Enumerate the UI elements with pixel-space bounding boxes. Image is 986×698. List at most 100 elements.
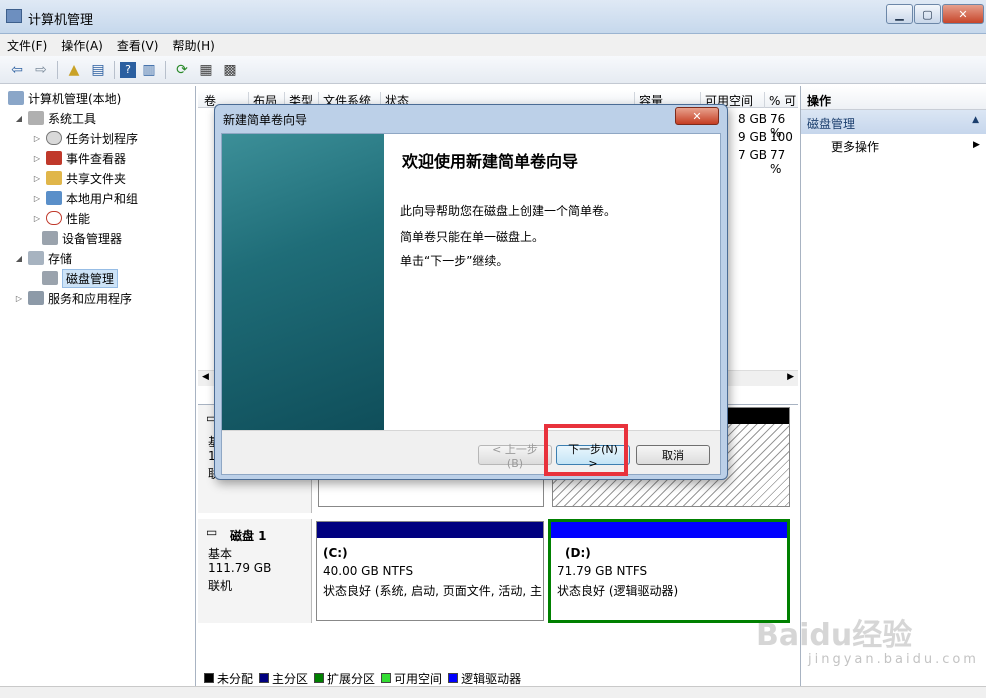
settings-icon[interactable]: ▩ <box>219 59 241 81</box>
toolbar: ⇦ ⇨ ▲ ▤ ? ▥ ⟳ ▦ ▩ <box>0 56 986 84</box>
tree-label: 存储 <box>48 251 73 266</box>
cancel-button[interactable]: 取消 <box>636 445 710 465</box>
legend-unallocated: 未分配 <box>204 670 253 687</box>
back-arrow-icon[interactable]: ⇦ <box>6 59 28 81</box>
wizard-footer: < 上一步(B) 下一步(N) > 取消 <box>222 430 720 474</box>
tree-item-services[interactable]: ▷ 服务和应用程序 <box>14 288 132 308</box>
percent-cell: 77 % <box>770 148 786 176</box>
tree-item-root[interactable]: 计算机管理(本地) <box>8 88 121 108</box>
watermark-url: jingyan.baidu.com <box>808 652 979 667</box>
collapsed-arrow-icon[interactable]: ▷ <box>32 154 42 163</box>
actions-section-disk-management[interactable]: 磁盘管理 ▲ <box>801 110 986 134</box>
expanded-arrow-icon[interactable]: ◢ <box>14 114 24 123</box>
wizard-side-banner <box>222 134 384 430</box>
tree-label: 共享文件夹 <box>66 171 127 186</box>
tree-item-system-tools[interactable]: ◢ 系统工具 <box>14 108 96 128</box>
partition-c-label: (C:) <box>323 546 348 560</box>
shared-folder-icon <box>46 171 62 185</box>
tree-label: 事件查看器 <box>66 151 127 166</box>
wizard-heading: 欢迎使用新建简单卷向导 <box>402 152 579 171</box>
disk-icon: ▭ <box>206 525 218 539</box>
menu-bar: 文件(F) 操作(A) 查看(V) 帮助(H) <box>0 34 986 56</box>
partition-d[interactable]: (D:) 71.79 GB NTFS 状态良好 (逻辑驱动器) <box>548 519 790 623</box>
partition-d-size: 71.79 GB NTFS <box>557 564 648 578</box>
event-viewer-icon <box>46 151 62 165</box>
up-folder-icon[interactable]: ▲ <box>63 59 85 81</box>
window-title: 计算机管理 <box>28 13 94 28</box>
properties-icon[interactable]: ▦ <box>195 59 217 81</box>
column-percent-free[interactable]: % 可 <box>764 92 796 108</box>
scroll-left-icon[interactable]: ◀ <box>202 372 209 382</box>
menu-view[interactable]: 查看(V) <box>110 37 166 54</box>
tree-item-device-manager[interactable]: 设备管理器 <box>42 228 122 248</box>
back-button[interactable]: < 上一步(B) <box>478 443 552 470</box>
forward-arrow-icon[interactable]: ⇨ <box>30 59 52 81</box>
expanded-arrow-icon[interactable]: ◢ <box>14 254 24 263</box>
menu-file[interactable]: 文件(F) <box>0 37 54 54</box>
toolbar-separator <box>114 60 115 79</box>
wizard-text-line: 此向导帮助您在磁盘上创建一个简单卷。 <box>400 204 617 218</box>
tree-item-local-users[interactable]: ▷ 本地用户和组 <box>32 188 138 208</box>
free-space-cell: 7 GB <box>738 148 767 162</box>
show-hide-action-pane-icon[interactable]: ▥ <box>138 59 160 81</box>
wizard-title: 新建简单卷向导 <box>223 113 308 127</box>
status-bar <box>0 686 986 698</box>
tree-label: 计算机管理(本地) <box>28 91 122 106</box>
tree-label: 设备管理器 <box>62 231 123 246</box>
next-button-highlight <box>544 424 628 476</box>
tree-item-storage[interactable]: ◢ 存储 <box>14 248 72 268</box>
collapsed-arrow-icon[interactable]: ▷ <box>14 294 24 303</box>
collapsed-arrow-icon[interactable]: ▷ <box>32 214 42 223</box>
collapsed-arrow-icon[interactable]: ▷ <box>32 134 42 143</box>
partition-d-label: (D:) <box>565 546 591 560</box>
wizard-close-button[interactable]: ✕ <box>675 107 719 125</box>
clock-icon <box>46 131 62 145</box>
tree-item-event-viewer[interactable]: ▷ 事件查看器 <box>32 148 126 168</box>
collapsed-arrow-icon[interactable]: ▷ <box>32 194 42 203</box>
wizard-text-line: 单击“下一步”继续。 <box>400 254 509 268</box>
refresh-icon[interactable]: ⟳ <box>171 59 193 81</box>
column-volume[interactable]: 卷 <box>200 92 216 108</box>
more-actions-item[interactable]: 更多操作 <box>831 138 879 155</box>
legend-swatch <box>204 673 214 683</box>
minimize-button[interactable]: ▁ <box>886 4 913 24</box>
menu-action[interactable]: 操作(A) <box>54 37 110 54</box>
tree-label: 任务计划程序 <box>66 131 139 146</box>
more-actions-label: 更多操作 <box>831 140 880 154</box>
free-space-cell: 9 GB <box>738 130 767 144</box>
collapse-arrow-icon[interactable]: ▲ <box>972 115 979 125</box>
tree-item-shared-folders[interactable]: ▷ 共享文件夹 <box>32 168 126 188</box>
computer-icon <box>8 91 24 105</box>
disk1-name: 磁盘 1 <box>230 529 267 543</box>
submenu-arrow-icon[interactable]: ▶ <box>973 140 980 150</box>
users-icon <box>46 191 62 205</box>
legend-primary: 主分区 <box>259 670 308 687</box>
actions-title: 操作 <box>801 86 986 110</box>
new-simple-volume-wizard: 新建简单卷向导 ✕ 欢迎使用新建简单卷向导 此向导帮助您在磁盘上创建一个简单卷。… <box>214 104 728 480</box>
scroll-right-icon[interactable]: ▶ <box>787 372 794 382</box>
toolbar-separator <box>165 60 166 79</box>
menu-help[interactable]: 帮助(H) <box>165 37 221 54</box>
free-space-cell: 8 GB <box>738 112 767 126</box>
help-icon[interactable]: ? <box>120 61 136 78</box>
maximize-button[interactable]: ▢ <box>914 4 941 24</box>
actions-pane: 操作 磁盘管理 ▲ 更多操作 ▶ <box>800 86 986 686</box>
partition-c[interactable]: (C:) 40.00 GB NTFS 状态良好 (系统, 启动, 页面文件, 活… <box>316 521 544 621</box>
tree-item-task-scheduler[interactable]: ▷ 任务计划程序 <box>32 128 138 148</box>
disk-icon <box>42 271 58 285</box>
tree-item-performance[interactable]: ▷ 性能 <box>32 208 90 228</box>
disk-legend: 未分配 主分区 扩展分区 可用空间 逻辑驱动器 <box>198 668 798 688</box>
show-hide-tree-icon[interactable]: ▤ <box>87 59 109 81</box>
legend-swatch <box>259 673 270 683</box>
collapsed-arrow-icon[interactable]: ▷ <box>32 174 42 183</box>
primary-partition-bar <box>317 522 543 538</box>
wizard-body: 欢迎使用新建简单卷向导 此向导帮助您在磁盘上创建一个简单卷。 简单卷只能在单一磁… <box>221 133 721 475</box>
device-manager-icon <box>42 231 58 245</box>
tools-icon <box>28 111 44 125</box>
close-button[interactable]: ✕ <box>942 4 984 24</box>
tree-label: 性能 <box>66 211 91 226</box>
partition-c-status: 状态良好 (系统, 启动, 页面文件, 活动, 主 <box>323 584 543 598</box>
disk1-label-pane[interactable]: ▭ 磁盘 1 基本 111.79 GB 联机 <box>198 519 312 623</box>
tree-item-disk-management[interactable]: 磁盘管理 <box>42 268 119 288</box>
performance-icon <box>46 211 62 225</box>
